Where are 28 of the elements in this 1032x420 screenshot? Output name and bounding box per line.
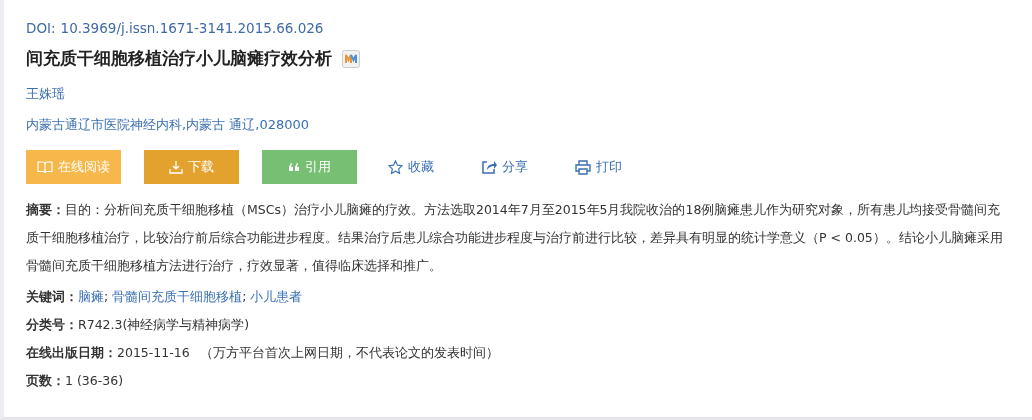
book-icon (37, 160, 53, 174)
online-date-note: （万方平台首次上网日期，不代表论文的发表时间） (199, 344, 499, 362)
quote-icon (288, 162, 300, 172)
download-icon (169, 160, 183, 174)
pages-value: 1 (36-36) (65, 372, 123, 390)
print-button[interactable]: 打印 (567, 150, 630, 184)
print-icon (575, 159, 591, 175)
affiliation-link[interactable]: 内蒙古通辽市医院神经内科,内蒙古 通辽,028000 (26, 116, 1012, 134)
article-title: 间充质干细胞移植治疗小儿脑瘫疗效分析 (26, 47, 332, 70)
m-badge-icon (342, 49, 360, 68)
share-icon (481, 159, 497, 175)
share-button[interactable]: 分享 (473, 150, 536, 184)
classification-label: 分类号： (26, 316, 78, 334)
online-date-label: 在线出版日期： (26, 344, 117, 362)
keywords-label: 关键词： (26, 288, 78, 306)
doi-label: DOI: (26, 20, 56, 36)
keyword-link[interactable]: 脑瘫 (78, 286, 104, 308)
pages-label: 页数： (26, 372, 65, 390)
keyword-link[interactable]: 小儿患者 (250, 286, 303, 308)
star-icon (388, 159, 403, 175)
doi-link[interactable]: 10.3969/j.issn.1671-3141.2015.66.026 (60, 20, 324, 36)
collect-button[interactable]: 收藏 (380, 150, 442, 184)
keyword-separator: ; (104, 288, 109, 306)
online-date-value: 2015-11-16 (117, 344, 190, 362)
abstract-text: 摘要：目的：分析间充质干细胞移植（MSCs）治疗小儿脑瘫的疗效。方法选取2014年7月至2015年5月我院收治的18例脑瘫患儿作为研究对象，所有患儿均接受骨髓间充质干细胞移植治疗，比较治疗前后综合功能进步程度。结果治疗后患儿综合功能进步程度与治疗前进行比较，差异具有明显的统计学意义（P < 0.05）。结论小儿脑瘫采用骨髓间充质干细胞移植方法进行治疗，疗效显著，值得临床选择和推广。 (26, 201, 1004, 275)
keyword-separator: ; (242, 288, 247, 306)
classification-value: R742.3(神经病学与精神病学) (78, 316, 250, 334)
author-link[interactable]: 王姝瑶 (26, 85, 1012, 103)
